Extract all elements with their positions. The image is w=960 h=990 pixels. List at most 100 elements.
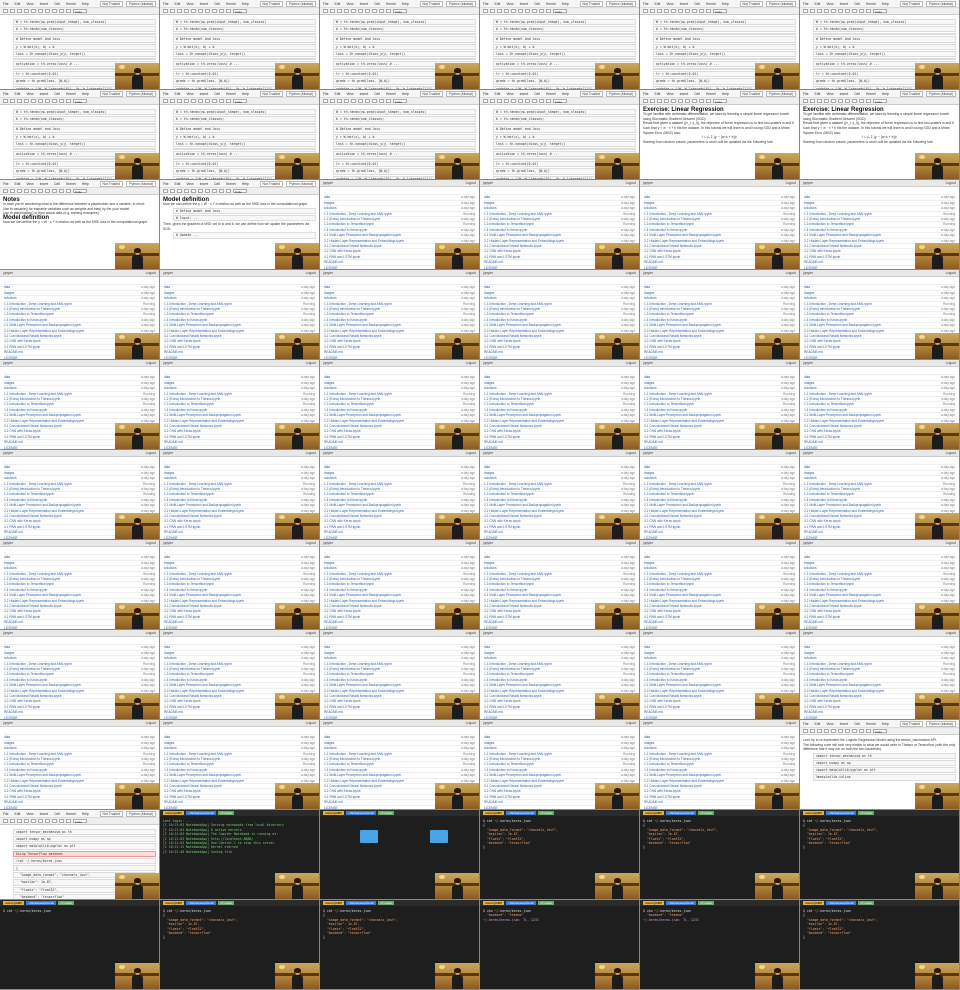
file-name[interactable]: 1.3 Introduction to Tensorflow.ipynb: [804, 312, 854, 316]
move-up-button[interactable]: [38, 189, 43, 193]
file-name[interactable]: 1.1 Introduction - Deep Learning and ANN…: [804, 302, 872, 306]
restart-button[interactable]: [66, 189, 71, 193]
move-down-button[interactable]: [845, 9, 850, 13]
cut-button[interactable]: [497, 9, 502, 13]
code-line[interactable]: W = th.randn(np.prod(input_shape), num_c…: [13, 19, 156, 26]
cell-type-select[interactable]: Code: [73, 99, 87, 104]
jupyter-logo[interactable]: jupyter: [643, 631, 653, 635]
file-name[interactable]: solutions: [644, 206, 657, 210]
jupyter-logo[interactable]: jupyter: [483, 271, 493, 275]
folder-icon[interactable]: [430, 830, 448, 843]
file-name[interactable]: 2.1 Multi-Layer Perceptron and Backpropa…: [644, 233, 721, 237]
file-name[interactable]: 4.1 RNN and LSTM.ipynb: [644, 615, 680, 619]
file-name[interactable]: 1.4 Introduction to Keras.ipynb: [644, 498, 687, 502]
file-name[interactable]: README.md: [4, 530, 23, 534]
file-name[interactable]: 1.1 Introduction - Deep Learning and ANN…: [804, 482, 872, 486]
file-name[interactable]: README.md: [164, 710, 183, 714]
cell-type-select[interactable]: Code: [713, 9, 727, 14]
file-name[interactable]: README.md: [484, 710, 503, 714]
stop-button[interactable]: [59, 189, 64, 193]
file-name[interactable]: images: [324, 471, 334, 475]
file-name[interactable]: 1.2 (Extra) Introduction to Theano.ipynb: [804, 667, 860, 671]
file-name[interactable]: 1.2 (Extra) Introduction to Theano.ipynb: [4, 667, 60, 671]
file-name[interactable]: 2.2 Hidden Layer Representation and Embe…: [484, 509, 564, 513]
file-name[interactable]: 2.2 Hidden Layer Representation and Embe…: [484, 689, 564, 693]
file-name[interactable]: 1.1 Introduction - Deep Learning and ANN…: [644, 302, 712, 306]
file-name[interactable]: 1.4 Introduction to Keras.ipynb: [324, 678, 367, 682]
logout-button[interactable]: Logout: [306, 541, 316, 545]
code-line[interactable]: [493, 148, 636, 151]
cut-button[interactable]: [17, 9, 22, 13]
logout-button[interactable]: Logout: [786, 181, 796, 185]
code-line[interactable]: y = W.dot(x), b) + b: [333, 43, 476, 50]
file-name[interactable]: 2.2 Hidden Layer Representation and Embe…: [164, 419, 244, 423]
menu-view[interactable]: View: [186, 2, 193, 6]
file-name[interactable]: 3.2 CNN with Keras.ipynb: [644, 789, 681, 793]
file-name[interactable]: 1.1 Introduction - Deep Learning and ANN…: [324, 212, 392, 216]
file-name[interactable]: 1.2 (Extra) Introduction to Theano.ipynb: [484, 577, 540, 581]
paste-button[interactable]: [31, 9, 36, 13]
file-name[interactable]: 1.2 (Extra) Introduction to Theano.ipynb: [4, 757, 60, 761]
paste-button[interactable]: [511, 99, 516, 103]
file-name[interactable]: 3.2 CNN with Keras.ipynb: [804, 339, 841, 343]
code-line[interactable]: W = th.randn(np.prod(input_shape), num_c…: [333, 19, 476, 26]
file-name[interactable]: 3.2 CNN with Keras.ipynb: [804, 429, 841, 433]
code-line[interactable]: W = th.randn(np.prod(input_shape), num_c…: [493, 109, 636, 116]
file-name[interactable]: 2.2 Hidden Layer Representation and Embe…: [164, 599, 244, 603]
file-name[interactable]: 1.3 Introduction to Tensorflow.ipynb: [4, 672, 54, 676]
menu-view[interactable]: View: [26, 812, 33, 816]
stop-button[interactable]: [219, 189, 224, 193]
file-name[interactable]: 3.1 Convolutional Neural Networks.ipynb: [4, 694, 62, 698]
code-line[interactable]: [493, 33, 636, 36]
copy-button[interactable]: [184, 189, 189, 193]
file-name[interactable]: README.md: [644, 620, 663, 624]
file-name[interactable]: 2.2 Hidden Layer Representation and Embe…: [164, 689, 244, 693]
add-cell-button[interactable]: [490, 9, 495, 13]
file-name[interactable]: images: [804, 291, 814, 295]
add-cell-button[interactable]: [170, 99, 175, 103]
code-line[interactable]: loss = th.nanopt(dloss_y(y, target)): [173, 50, 316, 58]
file-name[interactable]: 2.1 Multi-Layer Perceptron and Backpropa…: [4, 323, 81, 327]
stop-button[interactable]: [219, 99, 224, 103]
file-name[interactable]: 1.2 (Extra) Introduction to Theano.ipynb: [324, 487, 380, 491]
file-name[interactable]: 1.4 Introduction to Keras.ipynb: [484, 678, 527, 682]
file-name[interactable]: ..: [484, 640, 486, 644]
move-down-button[interactable]: [525, 99, 530, 103]
cut-button[interactable]: [817, 99, 822, 103]
paste-button[interactable]: [191, 99, 196, 103]
menu-kernel[interactable]: Kernel: [866, 92, 876, 96]
code-line[interactable]: loss = th.nanopt(dloss_y(y, target)): [333, 140, 476, 148]
file-name[interactable]: data: [324, 195, 330, 199]
menu-file[interactable]: File: [3, 182, 8, 186]
move-up-button[interactable]: [358, 99, 363, 103]
cell-type-select[interactable]: Code: [73, 819, 87, 824]
logout-button[interactable]: Logout: [146, 721, 156, 725]
file-name[interactable]: 4.1 RNN and LSTM.ipynb: [4, 705, 40, 709]
jupyter-logo[interactable]: jupyter: [803, 631, 813, 635]
run-button[interactable]: [212, 189, 217, 193]
file-name[interactable]: 1.2 (Extra) Introduction to Theano.ipynb: [164, 667, 220, 671]
file-name[interactable]: images: [324, 201, 334, 205]
file-name[interactable]: 2.2 Hidden Layer Representation and Embe…: [484, 329, 564, 333]
jupyter-logo[interactable]: jupyter: [483, 631, 493, 635]
logout-button[interactable]: Logout: [466, 181, 476, 185]
file-name[interactable]: images: [484, 561, 494, 565]
file-name[interactable]: data: [4, 735, 10, 739]
restart-button[interactable]: [66, 9, 71, 13]
file-name[interactable]: 4.1 RNN and LSTM.ipynb: [644, 345, 680, 349]
file-name[interactable]: 2.1 Multi-Layer Perceptron and Backpropa…: [804, 323, 881, 327]
cell-type-select[interactable]: Code: [233, 99, 247, 104]
save-button[interactable]: [323, 9, 328, 13]
file-name[interactable]: 3.1 Convolutional Neural Networks.ipynb: [644, 244, 702, 248]
file-name[interactable]: 1.4 Introduction to Keras.ipynb: [644, 768, 687, 772]
code-line[interactable]: b = th.randn(num_classes): [653, 26, 796, 33]
menu-insert[interactable]: Insert: [520, 92, 528, 96]
file-name[interactable]: 1.4 Introduction to Keras.ipynb: [164, 318, 207, 322]
jupyter-logo[interactable]: jupyter: [3, 271, 13, 275]
file-name[interactable]: 3.1 Convolutional Neural Networks.ipynb: [4, 514, 62, 518]
file-name[interactable]: 1.1 Introduction - Deep Learning and ANN…: [4, 662, 72, 666]
file-name[interactable]: README.md: [484, 440, 503, 444]
jupyter-logo[interactable]: jupyter: [323, 361, 333, 365]
trusted-badge[interactable]: Not Trusted: [259, 90, 284, 97]
menu-insert[interactable]: Insert: [840, 2, 848, 6]
